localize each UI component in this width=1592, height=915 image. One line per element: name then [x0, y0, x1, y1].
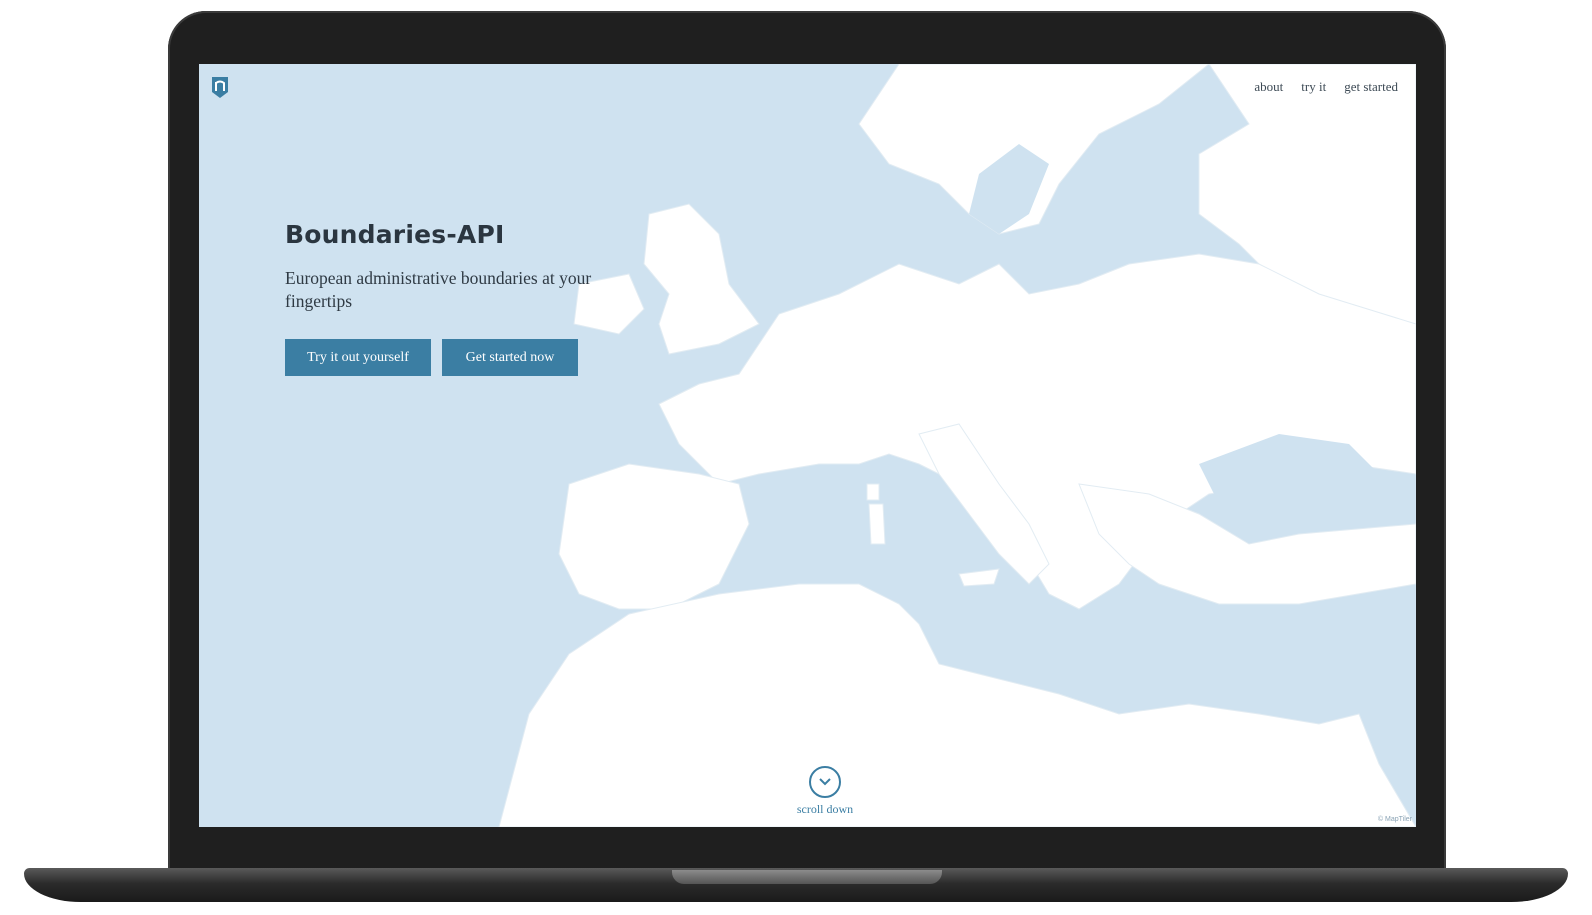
- hero-section: Boundaries-API European administrative b…: [285, 220, 665, 376]
- page-subtitle: European administrative boundaries at yo…: [285, 268, 592, 311]
- top-nav: about try it get started: [1254, 79, 1398, 95]
- try-it-out-button[interactable]: Try it out yourself: [285, 339, 431, 376]
- nav-try-it[interactable]: try it: [1301, 79, 1326, 95]
- scroll-down[interactable]: scroll down: [793, 766, 857, 817]
- logo-icon[interactable]: [209, 74, 231, 100]
- laptop-hinge: [672, 870, 942, 884]
- page-title: Boundaries-API: [285, 220, 505, 249]
- scroll-down-label: scroll down: [796, 802, 854, 816]
- get-started-button[interactable]: Get started now: [442, 339, 578, 376]
- nav-about[interactable]: about: [1254, 79, 1283, 95]
- hero-buttons: Try it out yourself Get started now: [285, 339, 665, 376]
- nav-get-started[interactable]: get started: [1344, 79, 1398, 95]
- browser-screen: about try it get started Boundaries-API …: [199, 64, 1416, 827]
- chevron-down-icon[interactable]: [809, 766, 841, 798]
- europe-map[interactable]: [199, 64, 1416, 827]
- map-attribution[interactable]: © MapTiler: [1378, 816, 1412, 823]
